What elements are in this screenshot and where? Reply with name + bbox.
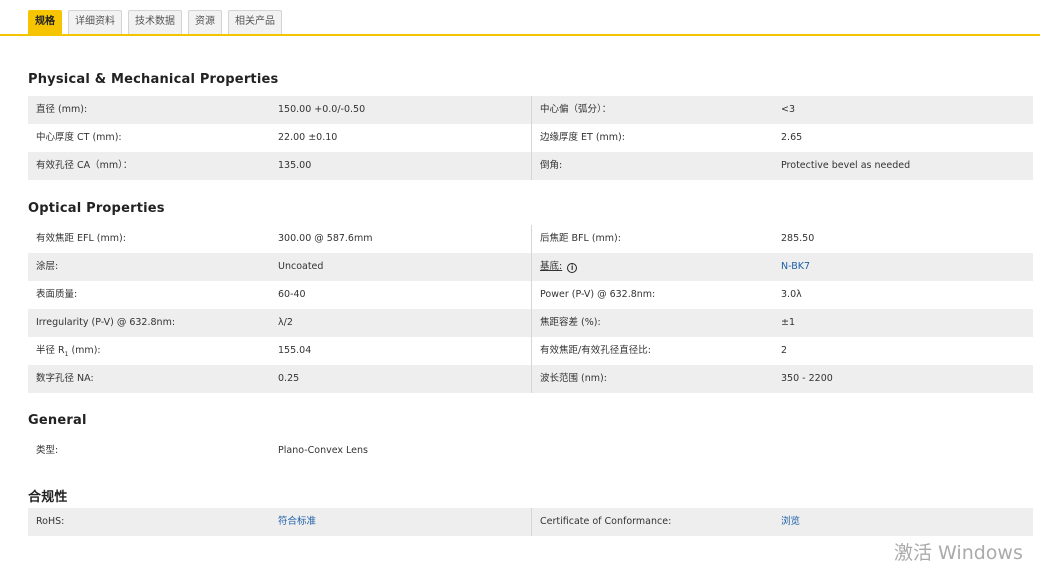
spec-label: 类型: xyxy=(36,445,59,456)
spec-label: 直径 (mm): xyxy=(36,104,88,115)
spec-value: λ/2 xyxy=(278,317,293,328)
spec-label-substrate: 基底: i xyxy=(531,253,781,281)
spec-label: Irregularity (P-V) @ 632.8nm: xyxy=(36,317,176,328)
rohs-compliant-link[interactable]: 符合标准 xyxy=(278,516,316,527)
spec-value: <3 xyxy=(781,104,796,115)
spec-label: 焦距容差 (%): xyxy=(531,309,781,337)
table-row: 数字孔径 NA: 0.25 波长范围 (nm): 350 - 2200 xyxy=(28,365,1033,393)
spec-label: 有效焦距/有效孔径直径比: xyxy=(531,337,781,365)
table-optical: 有效焦距 EFL (mm): 300.00 @ 587.6mm 后焦距 BFL … xyxy=(28,225,1033,393)
spec-label: 半径 R1 (mm): xyxy=(28,337,278,365)
section-title-general: General xyxy=(28,413,87,428)
tab-related-products[interactable]: 相关产品 xyxy=(228,10,282,34)
table-row: 有效孔径 CA（mm）： 135.00 倒角: Protective bevel… xyxy=(28,152,1033,180)
spec-value: 0.25 xyxy=(278,373,300,384)
spec-label: 中心厚度 CT (mm): xyxy=(36,132,122,143)
spec-label: 中心偏（弧分）： xyxy=(531,96,781,124)
spec-label: 表面质量: xyxy=(36,289,78,300)
spec-label: 数字孔径 NA: xyxy=(36,373,94,384)
radius-label-text: 半径 R xyxy=(36,345,65,356)
spec-value: N-BK7 xyxy=(781,253,1033,281)
spec-label: Power (P-V) @ 632.8nm: xyxy=(531,281,781,309)
spec-value: 135.00 xyxy=(278,160,312,171)
spec-value: 22.00 ±0.10 xyxy=(278,132,338,143)
spec-label: 涂层: xyxy=(36,261,59,272)
tab-details[interactable]: 详细资料 xyxy=(68,10,122,34)
tab-specs[interactable]: 规格 xyxy=(28,10,62,34)
spec-value: 3.0λ xyxy=(781,289,802,300)
spec-label: 有效孔径 CA（mm）： xyxy=(36,160,133,171)
section-title-optical: Optical Properties xyxy=(28,201,165,216)
spec-label: 波长范围 (nm): xyxy=(531,365,781,393)
tab-resources[interactable]: 资源 xyxy=(188,10,222,34)
windows-activation-watermark: 激活 Windows xyxy=(894,542,1023,562)
spec-value: 350 - 2200 xyxy=(781,373,833,384)
table-row: RoHS: 符合标准 Certificate of Conformance: 浏… xyxy=(28,508,1033,536)
spec-label: 有效焦距 EFL (mm): xyxy=(36,233,126,244)
spec-label: Certificate of Conformance: xyxy=(531,508,781,536)
table-row: 直径 (mm): 150.00 +0.0/-0.50 中心偏（弧分）： <3 xyxy=(28,96,1033,124)
table-row: 半径 R1 (mm): 155.04 有效焦距/有效孔径直径比: 2 xyxy=(28,337,1033,365)
spec-value: 300.00 @ 587.6mm xyxy=(278,233,373,244)
info-icon[interactable]: i xyxy=(567,263,578,273)
table-row: 涂层: Uncoated 基底: i N-BK7 xyxy=(28,253,1033,281)
table-general: 类型: Plano-Convex Lens xyxy=(28,437,1033,465)
substrate-label-text[interactable]: 基底: xyxy=(540,261,562,272)
spec-value: 2 xyxy=(781,345,788,356)
certificate-view-link[interactable]: 浏览 xyxy=(781,516,800,527)
radius-label-suffix: (mm): xyxy=(68,345,101,356)
tabs: 规格 详细资料 技术数据 资源 相关产品 xyxy=(28,10,282,34)
spec-value: Plano-Convex Lens xyxy=(278,445,368,456)
table-row: 有效焦距 EFL (mm): 300.00 @ 587.6mm 后焦距 BFL … xyxy=(28,225,1033,253)
table-compliance: RoHS: 符合标准 Certificate of Conformance: 浏… xyxy=(28,508,1033,536)
spec-label: 后焦距 BFL (mm): xyxy=(531,225,781,253)
section-title-compliance: 合规性 xyxy=(28,490,68,505)
spec-value: 150.00 +0.0/-0.50 xyxy=(278,104,366,115)
spec-label: RoHS: xyxy=(36,516,65,527)
spec-label: 边缘厚度 ET (mm): xyxy=(531,124,781,152)
spec-value: 符合标准 xyxy=(278,508,531,536)
substrate-link[interactable]: N-BK7 xyxy=(781,261,810,272)
table-row: 表面质量: 60-40 Power (P-V) @ 632.8nm: 3.0λ xyxy=(28,281,1033,309)
spec-value: ±1 xyxy=(781,317,796,328)
tab-bar: 规格 详细资料 技术数据 资源 相关产品 xyxy=(0,0,1040,36)
table-row: 类型: Plano-Convex Lens xyxy=(28,437,1033,465)
spec-value: Protective bevel as needed xyxy=(781,160,911,171)
spec-value: 浏览 xyxy=(781,508,1033,536)
spec-value: 60-40 xyxy=(278,289,306,300)
section-title-physical: Physical & Mechanical Properties xyxy=(28,72,279,87)
spec-value: 285.50 xyxy=(781,233,815,244)
spec-value: 155.04 xyxy=(278,345,312,356)
spec-label: 倒角: xyxy=(531,152,781,180)
spec-value: 2.65 xyxy=(781,132,803,143)
table-row: Irregularity (P-V) @ 632.8nm: λ/2 焦距容差 (… xyxy=(28,309,1033,337)
tab-tech-data[interactable]: 技术数据 xyxy=(128,10,182,34)
table-row: 中心厚度 CT (mm): 22.00 ±0.10 边缘厚度 ET (mm): … xyxy=(28,124,1033,152)
spec-value: Uncoated xyxy=(278,261,324,272)
table-physical: 直径 (mm): 150.00 +0.0/-0.50 中心偏（弧分）： <3 中… xyxy=(28,96,1033,180)
